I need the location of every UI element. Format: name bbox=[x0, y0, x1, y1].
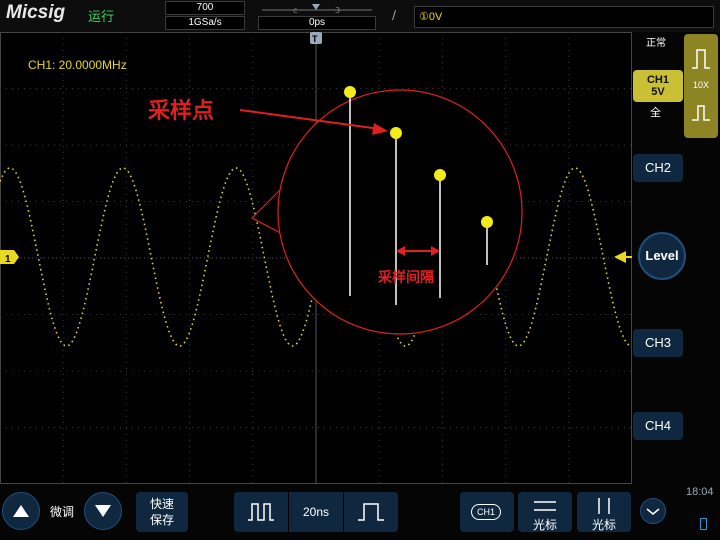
ch1-button[interactable]: CH1 5V bbox=[633, 70, 683, 102]
ch3-button[interactable]: CH3 bbox=[633, 329, 683, 357]
ch1-scale: 5V bbox=[651, 86, 665, 98]
bandwidth-limit: 全 bbox=[650, 106, 661, 119]
sample-point-annotation: 采样点 bbox=[148, 98, 214, 124]
horizontal-cursor-button[interactable]: 光标 bbox=[518, 492, 572, 532]
timebase-decrease-icon[interactable] bbox=[234, 492, 288, 532]
pulse-icon[interactable] bbox=[684, 94, 718, 134]
svg-text:3: 3 bbox=[335, 6, 340, 15]
menu-expand-button[interactable] bbox=[640, 498, 666, 524]
bottom-toolbar: 微调 快速 保存 20ns CH1 光标 光标 18:04 bbox=[0, 484, 720, 540]
run-stop-status[interactable]: 运行 bbox=[88, 6, 114, 25]
vertical-cursor-button[interactable]: 光标 bbox=[577, 492, 631, 532]
quick-save-button[interactable]: 快速 保存 bbox=[136, 492, 188, 532]
brand-logo: Micsig bbox=[6, 2, 66, 23]
channel-panel: 正常 CH1 5V 全 10X CH2 Level CH3 CH4 bbox=[632, 32, 720, 484]
ch1-marker-label: 1 bbox=[5, 254, 11, 265]
vertical-cursor-icon bbox=[598, 498, 610, 514]
ch1-settings-panel[interactable]: 10X bbox=[684, 34, 718, 138]
rising-slope-icon: ∕ bbox=[392, 8, 397, 22]
sample-point bbox=[344, 86, 356, 98]
waveform-display[interactable]: 1 T 采样点采样间隔 CH1: 20.0000MHz bbox=[0, 32, 632, 484]
clock: 18:04 bbox=[686, 486, 714, 498]
probe-ratio[interactable]: 10X bbox=[684, 80, 718, 90]
horizontal-cursor-label: 光标 bbox=[532, 518, 557, 532]
decrease-button[interactable] bbox=[84, 492, 122, 530]
timebase-increase-icon[interactable] bbox=[344, 492, 398, 532]
ch1-chip: CH1 bbox=[471, 504, 501, 520]
chevron-down-icon bbox=[646, 508, 660, 515]
fine-adjust-label[interactable]: 微调 bbox=[50, 503, 74, 520]
ch1-label: CH1 bbox=[646, 74, 669, 86]
timebase-control: 20ns bbox=[234, 492, 398, 532]
sample-point bbox=[481, 216, 493, 228]
channel-frequency-readout: CH1: 20.0000MHz bbox=[28, 58, 127, 72]
sample-point bbox=[434, 169, 446, 181]
top-bar: Micsig 运行 700 1GSa/s c 3 0ps ∕ ①0V bbox=[0, 0, 720, 32]
zoom-callout-circle bbox=[277, 89, 523, 335]
ch4-button[interactable]: CH4 bbox=[633, 412, 683, 440]
memory-depth[interactable]: 700 bbox=[165, 1, 245, 15]
sample-point bbox=[390, 127, 402, 139]
sample-rate[interactable]: 1GSa/s bbox=[165, 16, 245, 30]
horizontal-cursor-icon bbox=[534, 501, 556, 511]
trigger-info[interactable]: ①0V bbox=[414, 6, 714, 28]
arrow-down-icon bbox=[95, 505, 111, 517]
trigger-marker-label: T bbox=[312, 34, 318, 44]
vertical-cursor-label: 光标 bbox=[591, 518, 616, 532]
sample-interval-annotation: 采样间隔 bbox=[377, 269, 434, 286]
trigger-position[interactable]: 0ps bbox=[258, 16, 376, 30]
svg-text:c: c bbox=[293, 6, 297, 15]
ch1-select-button[interactable]: CH1 bbox=[460, 492, 514, 532]
arrow-up-icon bbox=[13, 505, 29, 517]
graticule: 1 T 采样点采样间隔 bbox=[0, 32, 632, 484]
battery-icon bbox=[700, 518, 707, 530]
trigger-level-knob[interactable]: Level bbox=[638, 232, 686, 280]
increase-button[interactable] bbox=[2, 492, 40, 530]
ch2-button[interactable]: CH2 bbox=[633, 154, 683, 182]
trigger-level-arrow bbox=[614, 251, 626, 263]
acquisition-mode[interactable]: 正常 bbox=[646, 34, 666, 49]
timebase-value[interactable]: 20ns bbox=[288, 492, 344, 532]
dc-coupling-icon[interactable] bbox=[684, 38, 718, 78]
